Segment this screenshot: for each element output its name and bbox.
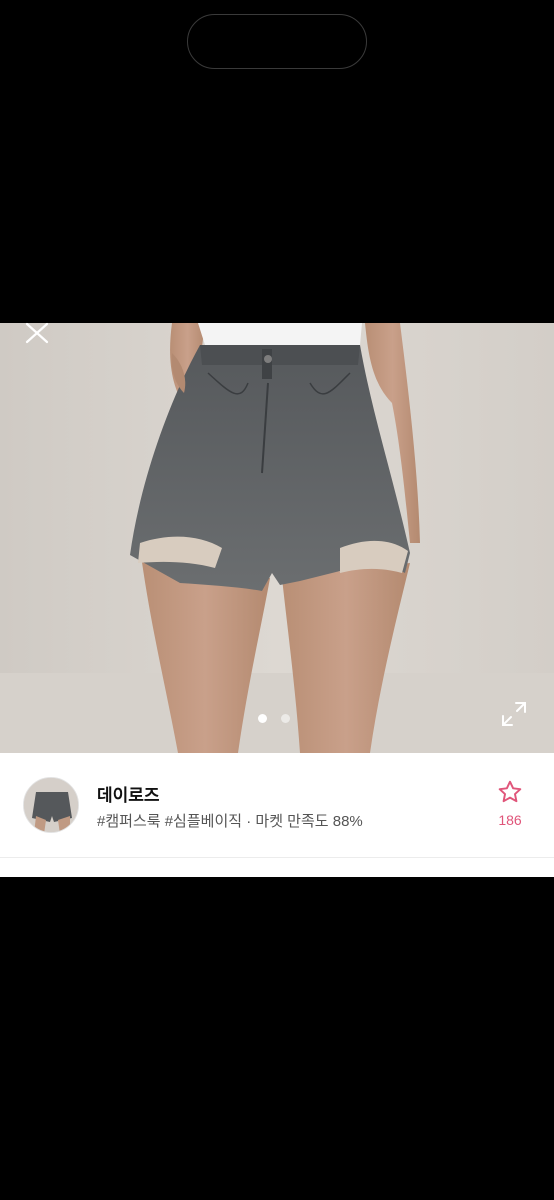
close-icon[interactable] (22, 320, 52, 346)
carousel-dot-2[interactable] (281, 714, 290, 723)
shop-name[interactable]: 데이로즈 (97, 781, 160, 806)
carousel-dot-1[interactable] (258, 714, 267, 723)
shop-footer-strip (0, 858, 554, 877)
shop-info-bar[interactable]: 데이로즈 #캠퍼스룩 #심플베이직 · 마켓 만족도 88% 186 (0, 753, 554, 858)
dynamic-island (187, 14, 367, 69)
star-icon (498, 780, 522, 803)
favorite-count: 186 (498, 812, 522, 828)
meta-separator: · (242, 813, 256, 830)
shop-meta: #캠퍼스룩 #심플베이직 · 마켓 만족도 88% (97, 810, 363, 831)
favorite-button[interactable]: 186 (492, 779, 528, 828)
product-image[interactable] (0, 323, 554, 753)
expand-icon[interactable] (500, 700, 528, 728)
shop-avatar[interactable] (23, 777, 79, 833)
carousel-indicator (258, 714, 290, 723)
market-satisfaction: 마켓 만족도 88% (255, 813, 363, 830)
shop-tags: #캠퍼스룩 #심플베이직 (97, 813, 243, 830)
